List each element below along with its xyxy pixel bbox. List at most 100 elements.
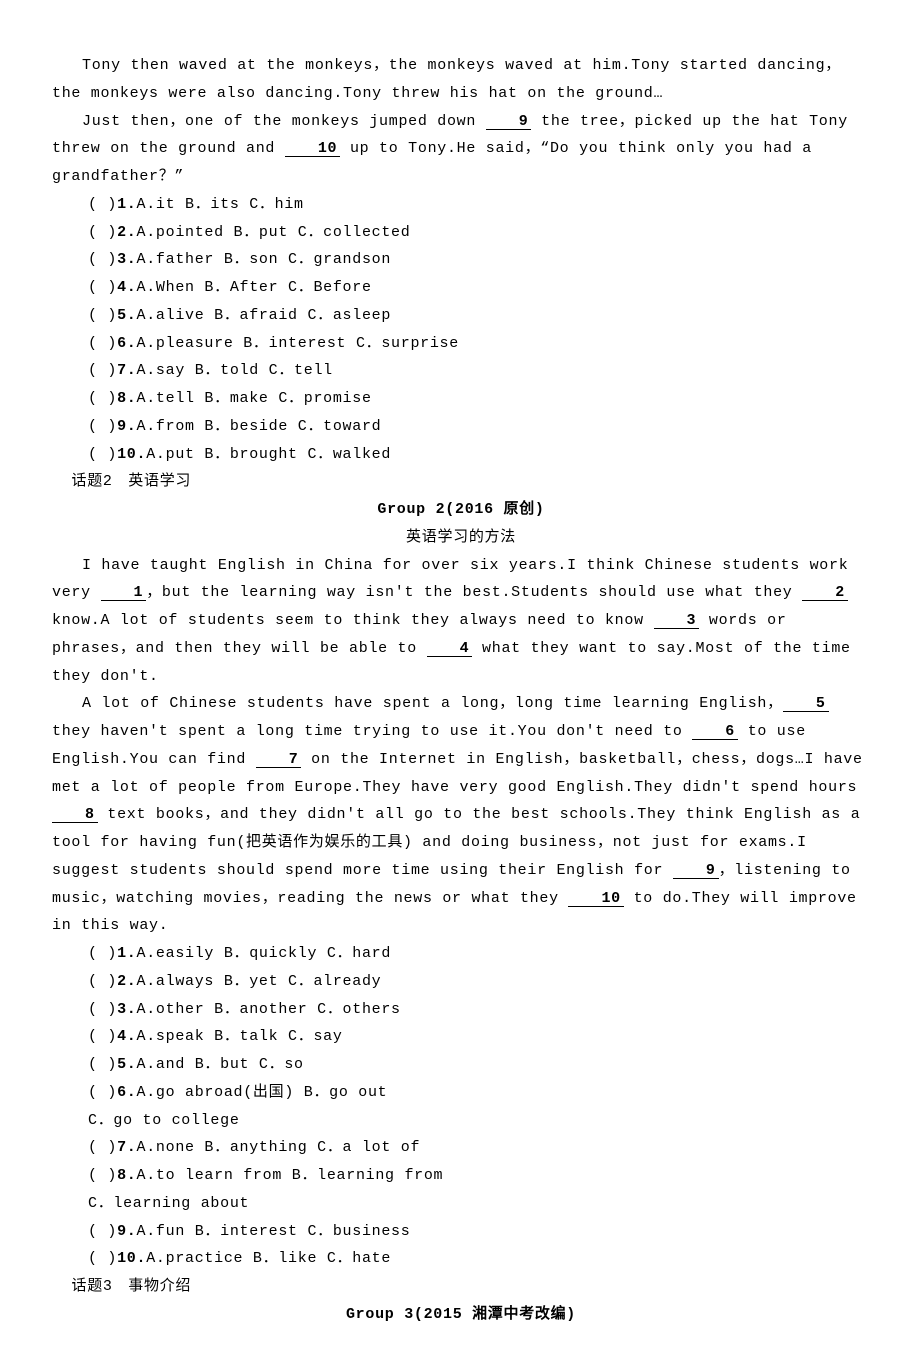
answer-bracket[interactable]: ( ) xyxy=(88,307,117,324)
question-number: 9. xyxy=(117,1223,136,1240)
text-a: Just then，one of the monkeys jumped down xyxy=(82,113,486,130)
question-number: 5. xyxy=(117,307,136,324)
question-item: ( )2.A.always B．yet C．already xyxy=(52,968,870,996)
option-text: A.pleasure B．interest C．surprise xyxy=(137,335,459,352)
answer-bracket[interactable]: ( ) xyxy=(88,1139,117,1156)
question-number: 3. xyxy=(117,251,136,268)
passage2-para-1: I have taught English in China for over … xyxy=(52,552,870,691)
blank-5: 5 xyxy=(783,696,829,712)
option-text: A.fun B．interest C．business xyxy=(137,1223,411,1240)
topic-3-heading: 话题3 事物介绍 xyxy=(52,1273,870,1301)
blank-4: 4 xyxy=(427,641,473,657)
question-option-continued: C．learning about xyxy=(52,1190,870,1218)
option-text: A.practice B．like C．hate xyxy=(146,1250,391,1267)
option-text: A.put B．brought C．walked xyxy=(146,446,391,463)
question-item: ( )3.A.other B．another C．others xyxy=(52,996,870,1024)
option-text: A.alive B．afraid C．asleep xyxy=(137,307,392,324)
question-item: ( )5.A.and B．but C．so xyxy=(52,1051,870,1079)
answer-bracket[interactable]: ( ) xyxy=(88,279,117,296)
group-2-title: Group 2(2016 原创) xyxy=(52,496,870,524)
option-text: A.When B．After C．Before xyxy=(137,279,372,296)
option-text: A.say B．told C．tell xyxy=(137,362,333,379)
question-item: ( )5.A.alive B．afraid C．asleep xyxy=(52,302,870,330)
question-number: 4. xyxy=(117,1028,136,1045)
passage2-para-2: A lot of Chinese students have spent a l… xyxy=(52,690,870,940)
option-text: A.tell B．make C．promise xyxy=(137,390,372,407)
question-item: ( )9.A.from B．beside C．toward xyxy=(52,413,870,441)
answer-bracket[interactable]: ( ) xyxy=(88,945,117,962)
answer-bracket[interactable]: ( ) xyxy=(88,1001,117,1018)
question-number: 4. xyxy=(117,279,136,296)
question-item: ( )8.A.to learn from B．learning from xyxy=(52,1162,870,1190)
question-number: 9. xyxy=(117,418,136,435)
blank-9: 9 xyxy=(673,863,719,879)
text: Tony then waved at the monkeys，the monke… xyxy=(52,57,841,102)
t: they haven't spent a long time trying to… xyxy=(52,723,692,740)
answer-bracket[interactable]: ( ) xyxy=(88,1223,117,1240)
question-number: 10. xyxy=(117,446,146,463)
blank-10: 10 xyxy=(285,141,340,157)
blank-10: 10 xyxy=(568,891,623,907)
blank-8: 8 xyxy=(52,807,98,823)
answer-bracket[interactable]: ( ) xyxy=(88,390,117,407)
question-item: ( )3.A.father B．son C．grandson xyxy=(52,246,870,274)
answer-bracket[interactable]: ( ) xyxy=(88,446,117,463)
t: A lot of Chinese students have spent a l… xyxy=(82,695,783,712)
answer-bracket[interactable]: ( ) xyxy=(88,1084,117,1101)
option-text: A.easily B．quickly C．hard xyxy=(137,945,392,962)
option-text: A.from B．beside C．toward xyxy=(137,418,382,435)
question-item: ( )10.A.practice B．like C．hate xyxy=(52,1245,870,1273)
answer-bracket[interactable]: ( ) xyxy=(88,224,117,241)
option-text: A.it B．its C．him xyxy=(137,196,304,213)
answer-bracket[interactable]: ( ) xyxy=(88,196,117,213)
option-text: A.other B．another C．others xyxy=(137,1001,401,1018)
question-number: 1. xyxy=(117,196,136,213)
option-text: A.always B．yet C．already xyxy=(137,973,382,990)
question-number: 6. xyxy=(117,1084,136,1101)
question-item: ( )9.A.fun B．interest C．business xyxy=(52,1218,870,1246)
topic-2-heading: 话题2 英语学习 xyxy=(52,468,870,496)
question-number: 2. xyxy=(117,973,136,990)
blank-1: 1 xyxy=(101,585,147,601)
answer-bracket[interactable]: ( ) xyxy=(88,1056,117,1073)
option-text: A.speak B．talk C．say xyxy=(137,1028,343,1045)
answer-bracket[interactable]: ( ) xyxy=(88,1028,117,1045)
question-item: ( )1.A.easily B．quickly C．hard xyxy=(52,940,870,968)
option-text: A.to learn from B．learning from xyxy=(137,1167,444,1184)
question-number: 8. xyxy=(117,390,136,407)
question-number: 6. xyxy=(117,335,136,352)
answer-bracket[interactable]: ( ) xyxy=(88,1250,117,1267)
answer-bracket[interactable]: ( ) xyxy=(88,335,117,352)
question-item: ( )1.A.it B．its C．him xyxy=(52,191,870,219)
question-item: ( )10.A.put B．brought C．walked xyxy=(52,441,870,469)
question-number: 8. xyxy=(117,1167,136,1184)
question-item: ( )2.A.pointed B．put C．collected xyxy=(52,219,870,247)
blank-2: 2 xyxy=(802,585,848,601)
blank-7: 7 xyxy=(256,752,302,768)
question-number: 7. xyxy=(117,1139,136,1156)
blank-9: 9 xyxy=(486,114,532,130)
question-item: ( )4.A.speak B．talk C．say xyxy=(52,1023,870,1051)
answer-bracket[interactable]: ( ) xyxy=(88,362,117,379)
question-item: ( )4.A.When B．After C．Before xyxy=(52,274,870,302)
question-number: 1. xyxy=(117,945,136,962)
question-number: 2. xyxy=(117,224,136,241)
option-text: C．learning about xyxy=(88,1195,249,1212)
question-number: 3. xyxy=(117,1001,136,1018)
question-number: 5. xyxy=(117,1056,136,1073)
question-block-1: ( )1.A.it B．its C．him( )2.A.pointed B．pu… xyxy=(52,191,870,469)
question-item: ( )7.A.none B．anything C．a lot of xyxy=(52,1134,870,1162)
question-number: 7. xyxy=(117,362,136,379)
question-item: ( )7.A.say B．told C．tell xyxy=(52,357,870,385)
option-text: C．go to college xyxy=(88,1112,240,1129)
answer-bracket[interactable]: ( ) xyxy=(88,973,117,990)
group-2-subtitle: 英语学习的方法 xyxy=(52,524,870,552)
question-number: 10. xyxy=(117,1250,146,1267)
answer-bracket[interactable]: ( ) xyxy=(88,418,117,435)
t: ，but the learning way isn't the best.Stu… xyxy=(146,584,802,601)
intro-para-1: Tony then waved at the monkeys，the monke… xyxy=(52,52,870,108)
question-option-continued: C．go to college xyxy=(52,1107,870,1135)
option-text: A.pointed B．put C．collected xyxy=(137,224,411,241)
answer-bracket[interactable]: ( ) xyxy=(88,1167,117,1184)
answer-bracket[interactable]: ( ) xyxy=(88,251,117,268)
